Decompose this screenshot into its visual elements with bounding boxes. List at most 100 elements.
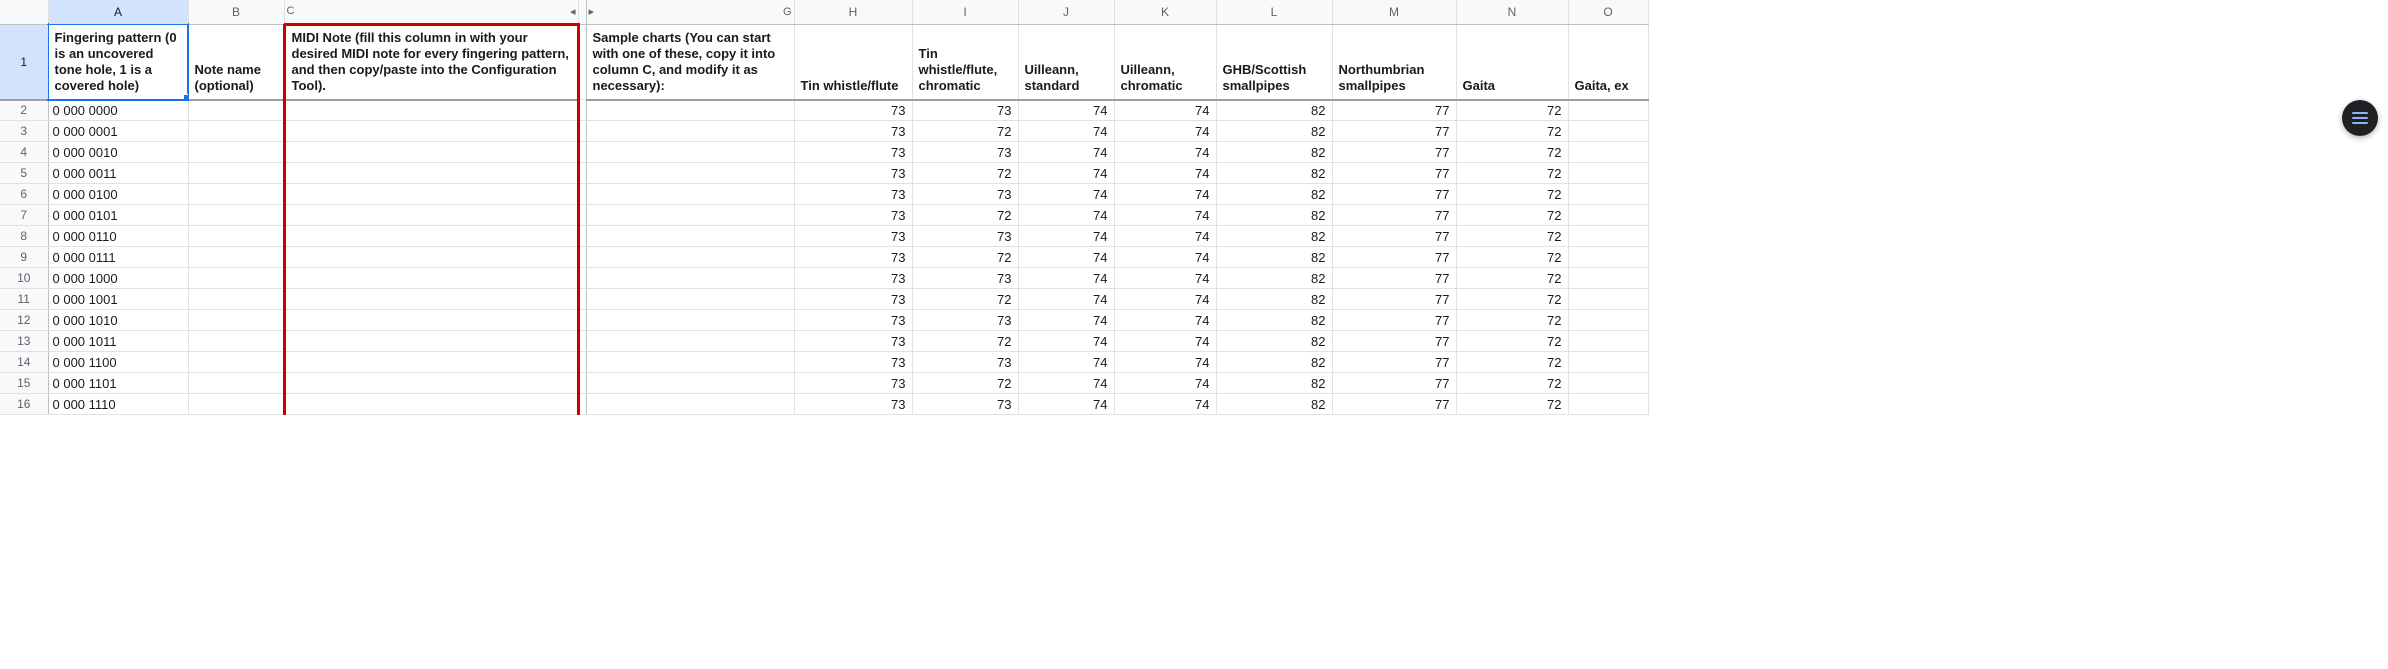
col-header-I[interactable]: I: [912, 0, 1018, 24]
cell-H14[interactable]: 73: [794, 352, 912, 373]
cell-N11[interactable]: 72: [1456, 289, 1568, 310]
cell-G4[interactable]: [586, 142, 794, 163]
cell-J8[interactable]: 74: [1018, 226, 1114, 247]
cell-A9[interactable]: 0 000 0111: [48, 247, 188, 268]
cell-O13[interactable]: [1568, 331, 1648, 352]
group-collapse-right-icon[interactable]: ▸: [589, 5, 595, 18]
cell-G3[interactable]: [586, 121, 794, 142]
cell-A2[interactable]: 0 000 0000: [48, 100, 188, 121]
select-all-corner[interactable]: [0, 0, 48, 24]
cell-C11[interactable]: [284, 289, 578, 310]
col-header-B[interactable]: B: [188, 0, 284, 24]
cell-I12[interactable]: 73: [912, 310, 1018, 331]
row-header[interactable]: 12: [0, 310, 48, 331]
cell-A16[interactable]: 0 000 1110: [48, 394, 188, 415]
cell-M16[interactable]: 77: [1332, 394, 1456, 415]
cell-M15[interactable]: 77: [1332, 373, 1456, 394]
cell-I5[interactable]: 72: [912, 163, 1018, 184]
cell-M6[interactable]: 77: [1332, 184, 1456, 205]
col-header-H[interactable]: H: [794, 0, 912, 24]
cell-C3[interactable]: [284, 121, 578, 142]
cell-C9[interactable]: [284, 247, 578, 268]
row-header[interactable]: 4: [0, 142, 48, 163]
cell-L3[interactable]: 82: [1216, 121, 1332, 142]
cell-L9[interactable]: 82: [1216, 247, 1332, 268]
cell-B1[interactable]: Note name (optional): [188, 24, 284, 100]
cell-H16[interactable]: 73: [794, 394, 912, 415]
cell-L5[interactable]: 82: [1216, 163, 1332, 184]
cell-I9[interactable]: 72: [912, 247, 1018, 268]
cell-A5[interactable]: 0 000 0011: [48, 163, 188, 184]
cell-C10[interactable]: [284, 268, 578, 289]
cell-O9[interactable]: [1568, 247, 1648, 268]
cell-N5[interactable]: 72: [1456, 163, 1568, 184]
cell-I16[interactable]: 73: [912, 394, 1018, 415]
cell-A8[interactable]: 0 000 0110: [48, 226, 188, 247]
col-header-J[interactable]: J: [1018, 0, 1114, 24]
row-header[interactable]: 13: [0, 331, 48, 352]
cell-O2[interactable]: [1568, 100, 1648, 121]
cell-J5[interactable]: 74: [1018, 163, 1114, 184]
cell-H13[interactable]: 73: [794, 331, 912, 352]
cell-N15[interactable]: 72: [1456, 373, 1568, 394]
cell-L12[interactable]: 82: [1216, 310, 1332, 331]
cell-M7[interactable]: 77: [1332, 205, 1456, 226]
cell-M12[interactable]: 77: [1332, 310, 1456, 331]
cell-L16[interactable]: 82: [1216, 394, 1332, 415]
cell-K12[interactable]: 74: [1114, 310, 1216, 331]
row-header[interactable]: 6: [0, 184, 48, 205]
cell-J2[interactable]: 74: [1018, 100, 1114, 121]
cell-L2[interactable]: 82: [1216, 100, 1332, 121]
cell-K4[interactable]: 74: [1114, 142, 1216, 163]
cell-M2[interactable]: 77: [1332, 100, 1456, 121]
cell-H7[interactable]: 73: [794, 205, 912, 226]
cell-L11[interactable]: 82: [1216, 289, 1332, 310]
cell-G5[interactable]: [586, 163, 794, 184]
cell-G7[interactable]: [586, 205, 794, 226]
side-panel-toggle-button[interactable]: [2342, 100, 2378, 136]
cell-I1[interactable]: Tin whistle/flute, chromatic: [912, 24, 1018, 100]
cell-I4[interactable]: 73: [912, 142, 1018, 163]
col-header-O[interactable]: O: [1568, 0, 1648, 24]
cell-H2[interactable]: 73: [794, 100, 912, 121]
cell-H1[interactable]: Tin whistle/flute: [794, 24, 912, 100]
cell-A15[interactable]: 0 000 1101: [48, 373, 188, 394]
cell-I14[interactable]: 73: [912, 352, 1018, 373]
cell-H9[interactable]: 73: [794, 247, 912, 268]
cell-G10[interactable]: [586, 268, 794, 289]
cell-J13[interactable]: 74: [1018, 331, 1114, 352]
cell-I15[interactable]: 72: [912, 373, 1018, 394]
cell-B2[interactable]: [188, 100, 284, 121]
row-header-1[interactable]: 1: [0, 24, 48, 100]
cell-C1[interactable]: MIDI Note (fill this column in with your…: [284, 24, 578, 100]
cell-G14[interactable]: [586, 352, 794, 373]
cell-J7[interactable]: 74: [1018, 205, 1114, 226]
row-header[interactable]: 15: [0, 373, 48, 394]
cell-B8[interactable]: [188, 226, 284, 247]
cell-L14[interactable]: 82: [1216, 352, 1332, 373]
row-header[interactable]: 7: [0, 205, 48, 226]
cell-N7[interactable]: 72: [1456, 205, 1568, 226]
cell-G15[interactable]: [586, 373, 794, 394]
cell-K1[interactable]: Uilleann, chromatic: [1114, 24, 1216, 100]
cell-M14[interactable]: 77: [1332, 352, 1456, 373]
cell-G12[interactable]: [586, 310, 794, 331]
cell-C4[interactable]: [284, 142, 578, 163]
cell-J14[interactable]: 74: [1018, 352, 1114, 373]
cell-B5[interactable]: [188, 163, 284, 184]
cell-J4[interactable]: 74: [1018, 142, 1114, 163]
cell-C16[interactable]: [284, 394, 578, 415]
cell-C12[interactable]: [284, 310, 578, 331]
row-header[interactable]: 2: [0, 100, 48, 121]
cell-N10[interactable]: 72: [1456, 268, 1568, 289]
cell-J1[interactable]: Uilleann, standard: [1018, 24, 1114, 100]
cell-A13[interactable]: 0 000 1011: [48, 331, 188, 352]
cell-G16[interactable]: [586, 394, 794, 415]
cell-N13[interactable]: 72: [1456, 331, 1568, 352]
cell-B10[interactable]: [188, 268, 284, 289]
cell-N8[interactable]: 72: [1456, 226, 1568, 247]
cell-H6[interactable]: 73: [794, 184, 912, 205]
col-header-A[interactable]: A: [48, 0, 188, 24]
cell-M8[interactable]: 77: [1332, 226, 1456, 247]
cell-O14[interactable]: [1568, 352, 1648, 373]
